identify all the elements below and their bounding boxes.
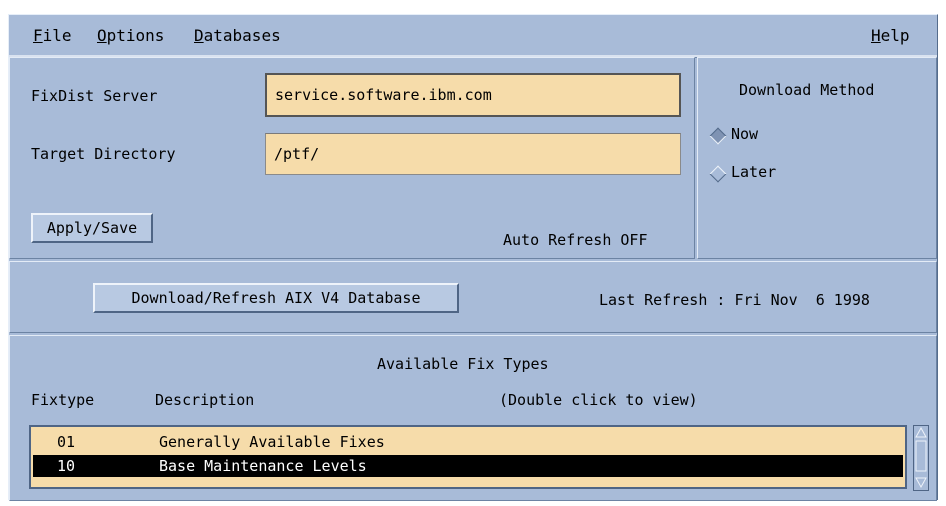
menu-databases-rest: atabases (203, 26, 281, 45)
list-item-selected[interactable]: 10 Base Maintenance Levels (33, 455, 903, 477)
download-refresh-button[interactable]: Download/Refresh AIX V4 Database (93, 283, 459, 313)
list-scrollbar[interactable] (913, 425, 929, 491)
col-description-header: Description (155, 391, 255, 409)
fix-code: 01 (57, 433, 76, 451)
double-click-hint: (Double click to view) (499, 391, 698, 409)
last-refresh-text: Last Refresh : Fri Nov 6 1998 (599, 291, 870, 309)
fix-description: Generally Available Fixes (159, 433, 385, 451)
fix-types-list[interactable]: 01 Generally Available Fixes 10 Base Mai… (29, 425, 907, 489)
list-item[interactable]: 01 Generally Available Fixes (33, 431, 903, 453)
radio-now-indicator (709, 127, 727, 145)
download-method-title: Download Method (739, 81, 875, 99)
menu-file[interactable]: File (33, 26, 72, 45)
fixdist-server-label: FixDist Server (31, 87, 158, 105)
fixdist-window: File Options Databases Help FixDist Serv… (8, 14, 938, 501)
menu-file-rest: ile (42, 26, 72, 45)
menu-help[interactable]: Help (871, 26, 910, 45)
col-fixtype-header: Fixtype (31, 391, 95, 409)
target-directory-label: Target Directory (31, 145, 176, 163)
target-directory-input[interactable] (265, 133, 681, 175)
fix-code: 10 (57, 457, 76, 475)
apply-save-button[interactable]: Apply/Save (31, 213, 153, 243)
menu-help-rest: elp (880, 26, 910, 45)
menu-options[interactable]: Options (97, 26, 164, 45)
menu-databases[interactable]: Databases (194, 26, 281, 45)
menu-options-rest: ptions (106, 26, 165, 45)
fix-description: Base Maintenance Levels (159, 457, 367, 475)
auto-refresh-status: Auto Refresh OFF (503, 231, 648, 249)
radio-now-label: Now (731, 125, 759, 143)
radio-later-indicator (709, 165, 727, 183)
scrollbar-graphic (915, 426, 927, 489)
radio-later[interactable]: Later (709, 163, 809, 185)
menu-bar: File Options Databases Help (9, 15, 937, 57)
radio-later-label: Later (731, 163, 777, 181)
fixdist-server-input[interactable] (265, 73, 681, 117)
radio-now[interactable]: Now (709, 125, 809, 147)
fix-types-title: Available Fix Types (377, 355, 549, 373)
